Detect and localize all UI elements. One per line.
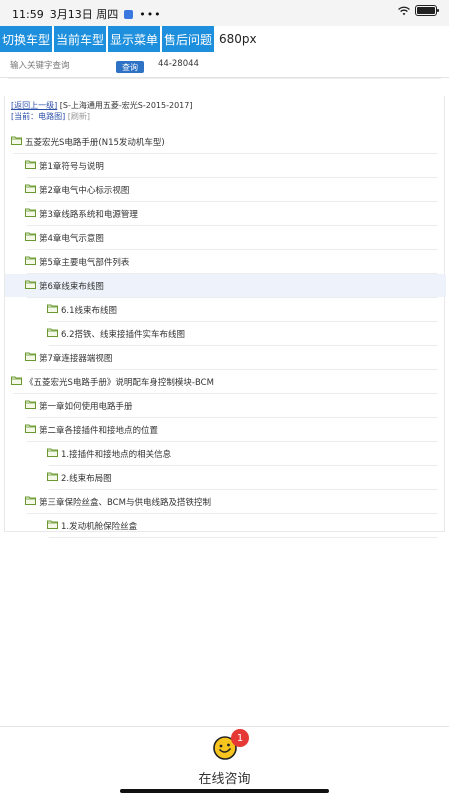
after-sales-button[interactable]: 售后问题	[162, 26, 214, 52]
notification-badge: 1	[231, 729, 249, 747]
tree-item[interactable]: 2.线束布局图	[5, 466, 446, 489]
tree-item[interactable]: 6.2搭铁、线束接插件实车布线图	[5, 322, 446, 345]
tree-item-label: 6.2搭铁、线束接插件实车布线图	[61, 329, 186, 340]
tree-item[interactable]: 第三章保险丝盒、BCM与供电线路及搭铁控制	[5, 490, 446, 513]
tree-item[interactable]: 1.发动机舱保险丝盒	[5, 514, 446, 537]
current-model-button[interactable]: 当前车型	[54, 26, 106, 52]
folder-icon	[47, 448, 58, 460]
online-consult-label: 在线咨询	[198, 772, 251, 787]
tree-item-label: 《五菱宏光S电路手册》说明配车身控制模块-BCM	[25, 377, 214, 388]
tree-item-label: 第7章连接器端视图	[39, 353, 113, 364]
tree-item-label: 1.接插件和接地点的相关信息	[61, 449, 172, 460]
folder-icon	[47, 304, 58, 316]
tree-item[interactable]: 第6章线束布线图	[5, 274, 446, 297]
size-text: 680px	[219, 32, 257, 46]
more-dots: •••	[139, 7, 162, 21]
tree-item[interactable]: 第4章电气示意图	[5, 226, 446, 249]
wifi-icon	[398, 6, 410, 15]
search-code: 44-28044	[158, 59, 199, 69]
folder-icon	[25, 280, 36, 292]
tree-item[interactable]: 《五菱宏光S电路手册》说明配车身控制模块-BCM	[5, 370, 446, 393]
tree-item[interactable]: 1.接插件和接地点的相关信息	[5, 442, 446, 465]
tree-item[interactable]: 第3章线路系统和电源管理	[5, 202, 446, 225]
top-toolbar: 切换车型 当前车型 显示菜单 售后问题 680px	[0, 26, 449, 52]
row-divider	[49, 537, 438, 538]
tree-item[interactable]: 第5章主要电气部件列表	[5, 250, 446, 273]
folder-icon	[25, 208, 36, 220]
battery-fill	[417, 7, 435, 14]
status-left: 11:59 3月13日 周四 •••	[12, 6, 162, 22]
switch-model-button[interactable]: 切换车型	[0, 26, 52, 52]
folder-icon	[25, 184, 36, 196]
current-label: [当前：电路图]	[11, 112, 66, 121]
tree-item-label: 五菱宏光S电路手册(N15发动机车型)	[25, 137, 165, 148]
tree-item-label: 6.1线束布线图	[61, 305, 118, 316]
back-link[interactable]: [返回上一级]	[11, 101, 57, 110]
circuit-tree-panel: [返回上一级] [S-上海通用五菱-宏光S-2015-2017] [当前：电路图…	[4, 96, 446, 538]
bottom-divider	[0, 726, 449, 727]
folder-icon	[47, 472, 58, 484]
tree-item[interactable]: 第2章电气中心标示视图	[5, 178, 446, 201]
tree-item[interactable]: 第7章连接器端视图	[5, 346, 446, 369]
refresh-link[interactable]: [刷新]	[68, 112, 90, 121]
show-menu-button[interactable]: 显示菜单	[108, 26, 160, 52]
divider	[8, 78, 441, 79]
tree-item-label: 1.发动机舱保险丝盒	[61, 521, 138, 532]
folder-icon	[47, 328, 58, 340]
tree-item-label: 第2章电气中心标示视图	[39, 185, 130, 196]
folder-icon	[25, 160, 36, 172]
online-consult[interactable]: 1 在线咨询	[0, 729, 449, 787]
search-bar: 输入关键字查询 查询 44-28044	[0, 56, 449, 78]
status-right	[398, 5, 439, 16]
folder-icon	[47, 520, 58, 532]
folder-icon	[11, 376, 22, 388]
breadcrumb: [返回上一级] [S-上海通用五菱-宏光S-2015-2017]	[11, 100, 192, 111]
status-time: 11:59	[12, 7, 44, 21]
tree-item-label: 第一章如何使用电路手册	[39, 401, 133, 412]
tree-item-label: 第1章符号与说明	[39, 161, 104, 172]
tree-item-label: 第6章线束布线图	[39, 281, 104, 292]
folder-icon	[25, 424, 36, 436]
folder-icon	[25, 496, 36, 508]
folder-icon	[25, 400, 36, 412]
tree-item-label: 第二章各接插件和接地点的位置	[39, 425, 159, 436]
status-date: 3月13日 周四	[49, 8, 119, 21]
app-notification-icon	[124, 9, 134, 19]
folder-icon	[25, 352, 36, 364]
battery-icon	[415, 5, 439, 16]
tree-item[interactable]: 五菱宏光S电路手册(N15发动机车型)	[5, 130, 446, 153]
tree-item[interactable]: 第一章如何使用电路手册	[5, 394, 446, 417]
tree-item-label: 第3章线路系统和电源管理	[39, 209, 138, 220]
tree-item-label: 第5章主要电气部件列表	[39, 257, 130, 268]
tree-item[interactable]: 第二章各接插件和接地点的位置	[5, 418, 446, 441]
tree-item-label: 2.线束布局图	[61, 473, 112, 484]
query-button[interactable]: 查询	[116, 61, 144, 73]
tree-item-label: 第三章保险丝盒、BCM与供电线路及搭铁控制	[39, 497, 211, 508]
folder-icon	[25, 256, 36, 268]
tree-item[interactable]: 第1章符号与说明	[5, 154, 446, 177]
folder-icon	[25, 232, 36, 244]
tree-item[interactable]: 6.1线束布线图	[5, 298, 446, 321]
model-title: [S-上海通用五菱-宏光S-2015-2017]	[59, 101, 193, 110]
tree-item-label: 第4章电气示意图	[39, 233, 104, 244]
current-location: [当前：电路图] [刷新]	[11, 111, 90, 122]
status-bar: 11:59 3月13日 周四 •••	[0, 0, 449, 26]
home-indicator[interactable]	[120, 789, 329, 793]
search-input[interactable]: 输入关键字查询	[10, 59, 70, 71]
folder-icon	[11, 136, 22, 148]
